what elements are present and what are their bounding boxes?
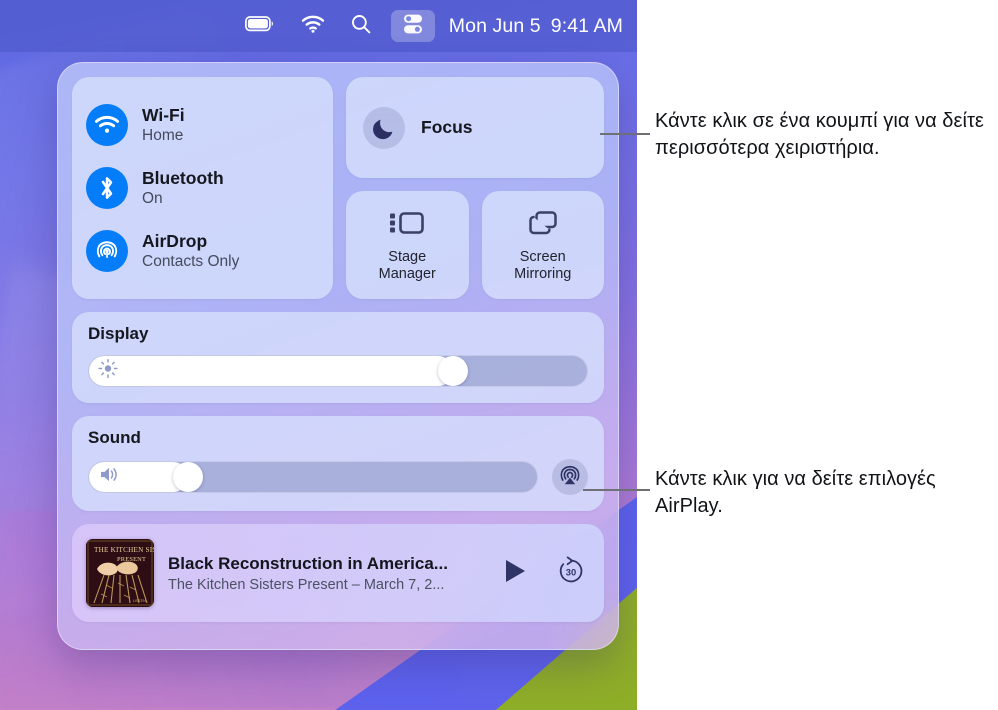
screen-mirroring-label: Screen Mirroring [514,248,572,282]
control-center-panel: Wi-Fi Home Bluetooth On AirDrop Contacts… [57,62,619,650]
sound-slider-row [88,459,588,495]
airdrop-title: AirDrop [142,231,208,252]
screen-mirroring-icon [523,208,563,243]
connectivity-text-bluetooth: Bluetooth On [142,168,224,208]
moon-icon [363,106,405,149]
connectivity-row-airdrop[interactable]: AirDrop Contacts Only [86,230,319,273]
bluetooth-status: On [142,190,163,208]
svg-text:PRESENT: PRESENT [117,556,146,563]
connectivity-card: Wi-Fi Home Bluetooth On AirDrop Contacts… [72,77,333,299]
menu-bar-clock[interactable]: Mon Jun 5 9:41 AM [449,15,627,38]
battery-icon [244,15,275,37]
menu-bar-date: Mon Jun 5 [448,14,541,37]
display-card: Display [72,312,604,403]
airdrop-icon [86,230,128,273]
wifi-icon [301,15,325,38]
callout-airplay: Κάντε κλικ για να δείτε επιλογές AirPlay… [655,468,936,517]
now-playing-title: Black Reconstruction in America... [168,553,448,573]
connectivity-row-wifi[interactable]: Wi-Fi Home [86,103,319,146]
bluetooth-icon [86,166,128,209]
connectivity-row-bluetooth[interactable]: Bluetooth On [86,166,319,209]
wifi-status: Home [142,126,184,144]
display-title: Display [88,324,149,343]
wifi-icon [86,103,128,146]
tile-row: Stage Manager Screen Mirroring [346,191,604,299]
menu-bar-battery[interactable] [239,10,281,42]
screen-mirroring-button[interactable]: Screen Mirroring [481,191,604,299]
bluetooth-title: Bluetooth [142,168,224,189]
sound-volume-slider[interactable] [88,461,538,493]
now-playing-subtitle: The Kitchen Sisters Present – March 7, 2… [168,576,445,593]
display-slider-row [88,355,588,387]
sound-title: Sound [88,428,141,447]
menu-bar-time: 9:41 AM [550,14,623,37]
sound-slider-knob[interactable] [172,462,203,492]
control-center-tiles-column: Focus Stage Manager Screen Mirroring [346,77,604,299]
album-artwork: THE KITCHEN SISTERS PRESENT [86,539,154,607]
skip-forward-button[interactable]: 30 [556,556,586,591]
menu-bar-wifi[interactable] [295,10,331,42]
play-icon [502,557,528,590]
leader-line-controls [600,133,650,135]
skip-forward-30-icon: 30 [556,556,586,591]
control-center-top-row: Wi-Fi Home Bluetooth On AirDrop Contacts… [72,77,604,299]
now-playing-text: Black Reconstruction in America... The K… [168,554,488,593]
play-button[interactable] [502,557,528,590]
menu-bar: Mon Jun 5 9:41 AM [0,0,637,52]
svg-text:THE KITCHEN SISTERS: THE KITCHEN SISTERS [94,546,154,554]
svg-text:LISTEN: LISTEN [133,599,146,603]
stage-manager-button[interactable]: Stage Manager [346,191,469,299]
search-icon [351,14,371,39]
display-slider-knob[interactable] [437,356,468,386]
menu-bar-search[interactable] [345,10,377,42]
control-center-icon [401,12,425,41]
sound-card: Sound [72,416,604,511]
now-playing-card[interactable]: THE KITCHEN SISTERS PRESENT [72,524,604,622]
focus-button[interactable]: Focus [346,77,604,178]
airdrop-status: Contacts Only [142,253,240,271]
svg-text:30: 30 [566,566,576,577]
airplay-audio-icon [558,463,582,492]
desktop-wallpaper: Mon Jun 5 9:41 AM Wi-Fi Home Bluetooth O… [0,0,637,710]
stage-manager-icon [387,208,427,243]
display-brightness-slider[interactable] [88,355,588,387]
callout-controls: Κάντε κλικ σε ένα κουμπί για να δείτε πε… [655,110,984,159]
menu-bar-control-center[interactable] [390,10,435,42]
focus-label: Focus [421,117,473,137]
connectivity-text-airdrop: AirDrop Contacts Only [142,231,239,271]
connectivity-text-wifi: Wi-Fi Home [142,105,185,145]
wifi-title: Wi-Fi [142,104,185,125]
stage-manager-label: Stage Manager [378,248,436,282]
leader-line-airplay [583,489,650,491]
display-slider-fill [89,356,453,386]
